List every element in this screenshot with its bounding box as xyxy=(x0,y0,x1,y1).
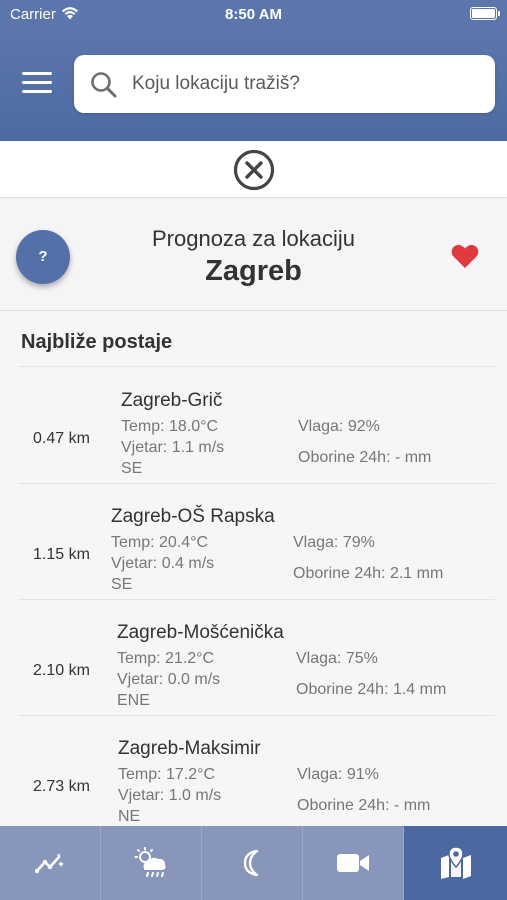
forecast-subtitle: Prognoza za lokaciju xyxy=(151,226,355,251)
header xyxy=(0,28,507,141)
station-distance: 2.10 km xyxy=(33,662,90,679)
heart-icon[interactable] xyxy=(451,244,479,269)
station-wind-direction: SE xyxy=(111,576,133,593)
station-temp: Temp: 20.4°C xyxy=(111,534,209,551)
tab-moon[interactable] xyxy=(202,826,303,900)
station-wind: Vjetar: 0.4 m/s xyxy=(111,555,215,572)
tab-trend[interactable] xyxy=(0,826,101,900)
station-name: Zagreb-Mošćenička xyxy=(117,622,284,643)
station-temp: Temp: 21.2°C xyxy=(117,650,215,667)
station-row[interactable]: 2.10 km Zagreb-Mošćenička Temp: 21.2°C V… xyxy=(18,600,495,716)
station-humidity: Vlaga: 91% xyxy=(297,766,379,783)
close-bar xyxy=(0,141,507,198)
station-precipitation: Oborine 24h: - mm xyxy=(298,449,432,466)
station-wind-direction: ENE xyxy=(117,692,150,709)
station-name: Zagreb-Maksimir xyxy=(118,738,261,759)
station-row[interactable]: 1.15 km Zagreb-OŠ Rapska Temp: 20.4°C Vj… xyxy=(18,484,495,600)
tab-camera[interactable] xyxy=(303,826,404,900)
trend-chart-icon xyxy=(35,853,64,874)
station-wind: Vjetar: 1.0 m/s xyxy=(118,787,222,804)
station-humidity: Vlaga: 75% xyxy=(296,650,378,667)
close-icon[interactable] xyxy=(233,149,275,191)
station-wind: Vjetar: 1.1 m/s xyxy=(121,439,225,456)
station-humidity: Vlaga: 92% xyxy=(298,418,380,435)
station-temp: Temp: 17.2°C xyxy=(118,766,216,783)
cloud-sun-rain-icon xyxy=(134,847,166,877)
station-wind-direction: SE xyxy=(121,460,143,477)
search-box[interactable] xyxy=(74,55,495,113)
station-distance: 1.15 km xyxy=(33,546,90,563)
tab-map[interactable] xyxy=(404,826,507,900)
station-precipitation: Oborine 24h: 2.1 mm xyxy=(293,565,444,582)
forecast-city: Zagreb xyxy=(205,255,302,287)
station-wind-direction: NE xyxy=(118,808,141,825)
station-humidity: Vlaga: 79% xyxy=(293,534,375,551)
search-icon xyxy=(91,72,117,98)
station-precipitation: Oborine 24h: - mm xyxy=(297,797,431,814)
status-bar: Carrier 8:50 AM xyxy=(0,0,507,28)
station-distance: 2.73 km xyxy=(33,778,90,795)
station-name: Zagreb-Grič xyxy=(121,390,223,411)
video-camera-icon xyxy=(337,854,369,872)
station-distance: 0.47 km xyxy=(33,430,90,447)
station-wind: Vjetar: 0.0 m/s xyxy=(117,671,221,688)
station-precipitation: Oborine 24h: 1.4 mm xyxy=(296,681,447,698)
divider xyxy=(18,366,495,367)
forecast-header: ? Prognoza za lokaciju Zagreb xyxy=(0,199,507,311)
search-input[interactable] xyxy=(132,67,472,101)
status-time: 8:50 AM xyxy=(225,6,282,23)
hamburger-menu-icon[interactable] xyxy=(22,72,52,94)
station-temp: Temp: 18.0°C xyxy=(121,418,219,435)
map-marker-icon xyxy=(440,846,471,879)
station-row[interactable]: 0.47 km Zagreb-Grič Temp: 18.0°C Vjetar:… xyxy=(18,368,495,484)
stations-title: Najbliže postaje xyxy=(21,331,173,353)
bottom-tab-bar xyxy=(0,826,507,900)
tab-weather[interactable] xyxy=(101,826,202,900)
station-row[interactable]: 2.73 km Zagreb-Maksimir Temp: 17.2°C Vje… xyxy=(18,716,495,827)
battery-icon xyxy=(470,7,500,20)
moon-icon xyxy=(243,849,259,877)
stations-panel: Najbliže postaje 0.47 km Zagreb-Grič Tem… xyxy=(0,311,507,827)
station-name: Zagreb-OŠ Rapska xyxy=(111,506,275,527)
